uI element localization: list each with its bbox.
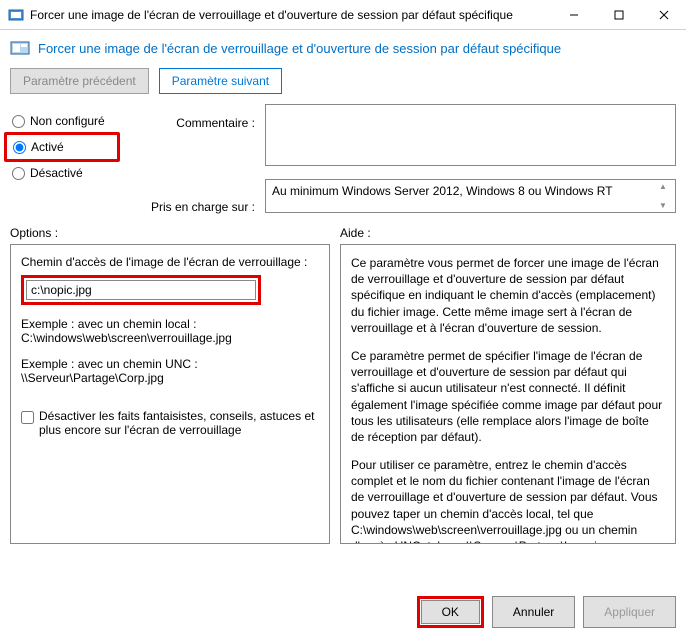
ok-button[interactable]: OK xyxy=(421,600,480,624)
top-section: Non configuré Activé Désactivé Commentai… xyxy=(0,104,686,218)
comment-textarea[interactable] xyxy=(265,104,676,166)
app-icon xyxy=(8,7,24,23)
titlebar: Forcer une image de l'écran de verrouill… xyxy=(0,0,686,30)
example-unc-value: \\Serveur\Partage\Corp.jpg xyxy=(21,371,319,385)
help-panel[interactable]: Ce paramètre vous permet de forcer une i… xyxy=(340,244,676,544)
radio-enabled-input[interactable] xyxy=(13,141,26,154)
radio-not-configured-input[interactable] xyxy=(12,115,25,128)
example-local: Exemple : avec un chemin local : C:\wind… xyxy=(21,317,319,345)
policy-icon xyxy=(10,38,30,58)
disable-fun-checkbox-row[interactable]: Désactiver les faits fantaisistes, conse… xyxy=(21,409,319,437)
options-label: Options : xyxy=(10,226,330,244)
disable-fun-label: Désactiver les faits fantaisistes, conse… xyxy=(39,409,319,437)
prev-setting-button[interactable]: Paramètre précédent xyxy=(10,68,149,94)
path-input[interactable] xyxy=(26,280,256,300)
help-p1: Ce paramètre vous permet de forcer une i… xyxy=(351,255,665,336)
comment-label: Commentaire : xyxy=(130,112,255,134)
header-row: Forcer une image de l'écran de verrouill… xyxy=(0,30,686,62)
radio-disabled-input[interactable] xyxy=(12,167,25,180)
state-radios: Non configuré Activé Désactivé xyxy=(10,104,120,218)
disable-fun-checkbox[interactable] xyxy=(21,411,34,424)
help-label: Aide : xyxy=(340,226,676,244)
highlight-enabled: Activé xyxy=(4,132,120,162)
options-panel: Chemin d'accès de l'image de l'écran de … xyxy=(10,244,330,544)
example-unc-label: Exemple : avec un chemin UNC : xyxy=(21,357,319,371)
scroll-hint: ▲▼ xyxy=(659,182,673,210)
header-title: Forcer une image de l'écran de verrouill… xyxy=(38,41,561,56)
help-text: Ce paramètre vous permet de forcer une i… xyxy=(351,255,665,544)
split-panels: Options : Chemin d'accès de l'image de l… xyxy=(0,218,686,544)
minimize-button[interactable] xyxy=(551,0,596,30)
supported-label: Pris en charge sur : xyxy=(130,196,255,218)
field-column: Au minimum Windows Server 2012, Windows … xyxy=(265,104,676,218)
window-title: Forcer une image de l'écran de verrouill… xyxy=(30,8,551,22)
example-unc: Exemple : avec un chemin UNC : \\Serveur… xyxy=(21,357,319,385)
highlight-ok: OK xyxy=(417,596,484,628)
options-column: Options : Chemin d'accès de l'image de l… xyxy=(10,226,330,544)
path-label: Chemin d'accès de l'image de l'écran de … xyxy=(21,255,319,269)
cancel-button[interactable]: Annuler xyxy=(492,596,575,628)
help-column: Aide : Ce paramètre vous permet de force… xyxy=(340,226,676,544)
supported-text: Au minimum Windows Server 2012, Windows … xyxy=(272,184,613,198)
help-p3: Pour utiliser ce paramètre, entrez le ch… xyxy=(351,457,665,544)
supported-box: Au minimum Windows Server 2012, Windows … xyxy=(265,179,676,213)
radio-not-configured[interactable]: Non configuré xyxy=(10,110,120,132)
example-local-label: Exemple : avec un chemin local : xyxy=(21,317,319,331)
radio-enabled[interactable]: Activé xyxy=(11,136,113,158)
radio-not-configured-label: Non configuré xyxy=(30,114,105,128)
radio-disabled[interactable]: Désactivé xyxy=(10,162,120,184)
radio-disabled-label: Désactivé xyxy=(30,166,83,180)
nav-row: Paramètre précédent Paramètre suivant xyxy=(0,62,686,104)
footer-buttons: OK Annuler Appliquer xyxy=(417,596,676,628)
highlight-path-input xyxy=(21,275,261,305)
close-button[interactable] xyxy=(641,0,686,30)
example-local-value: C:\windows\web\screen\verrouillage.jpg xyxy=(21,331,319,345)
next-setting-button[interactable]: Paramètre suivant xyxy=(159,68,282,94)
radio-enabled-label: Activé xyxy=(31,140,64,154)
help-p2: Ce paramètre permet de spécifier l'image… xyxy=(351,348,665,445)
label-column: Commentaire : Pris en charge sur : xyxy=(130,104,255,218)
apply-button[interactable]: Appliquer xyxy=(583,596,676,628)
maximize-button[interactable] xyxy=(596,0,641,30)
